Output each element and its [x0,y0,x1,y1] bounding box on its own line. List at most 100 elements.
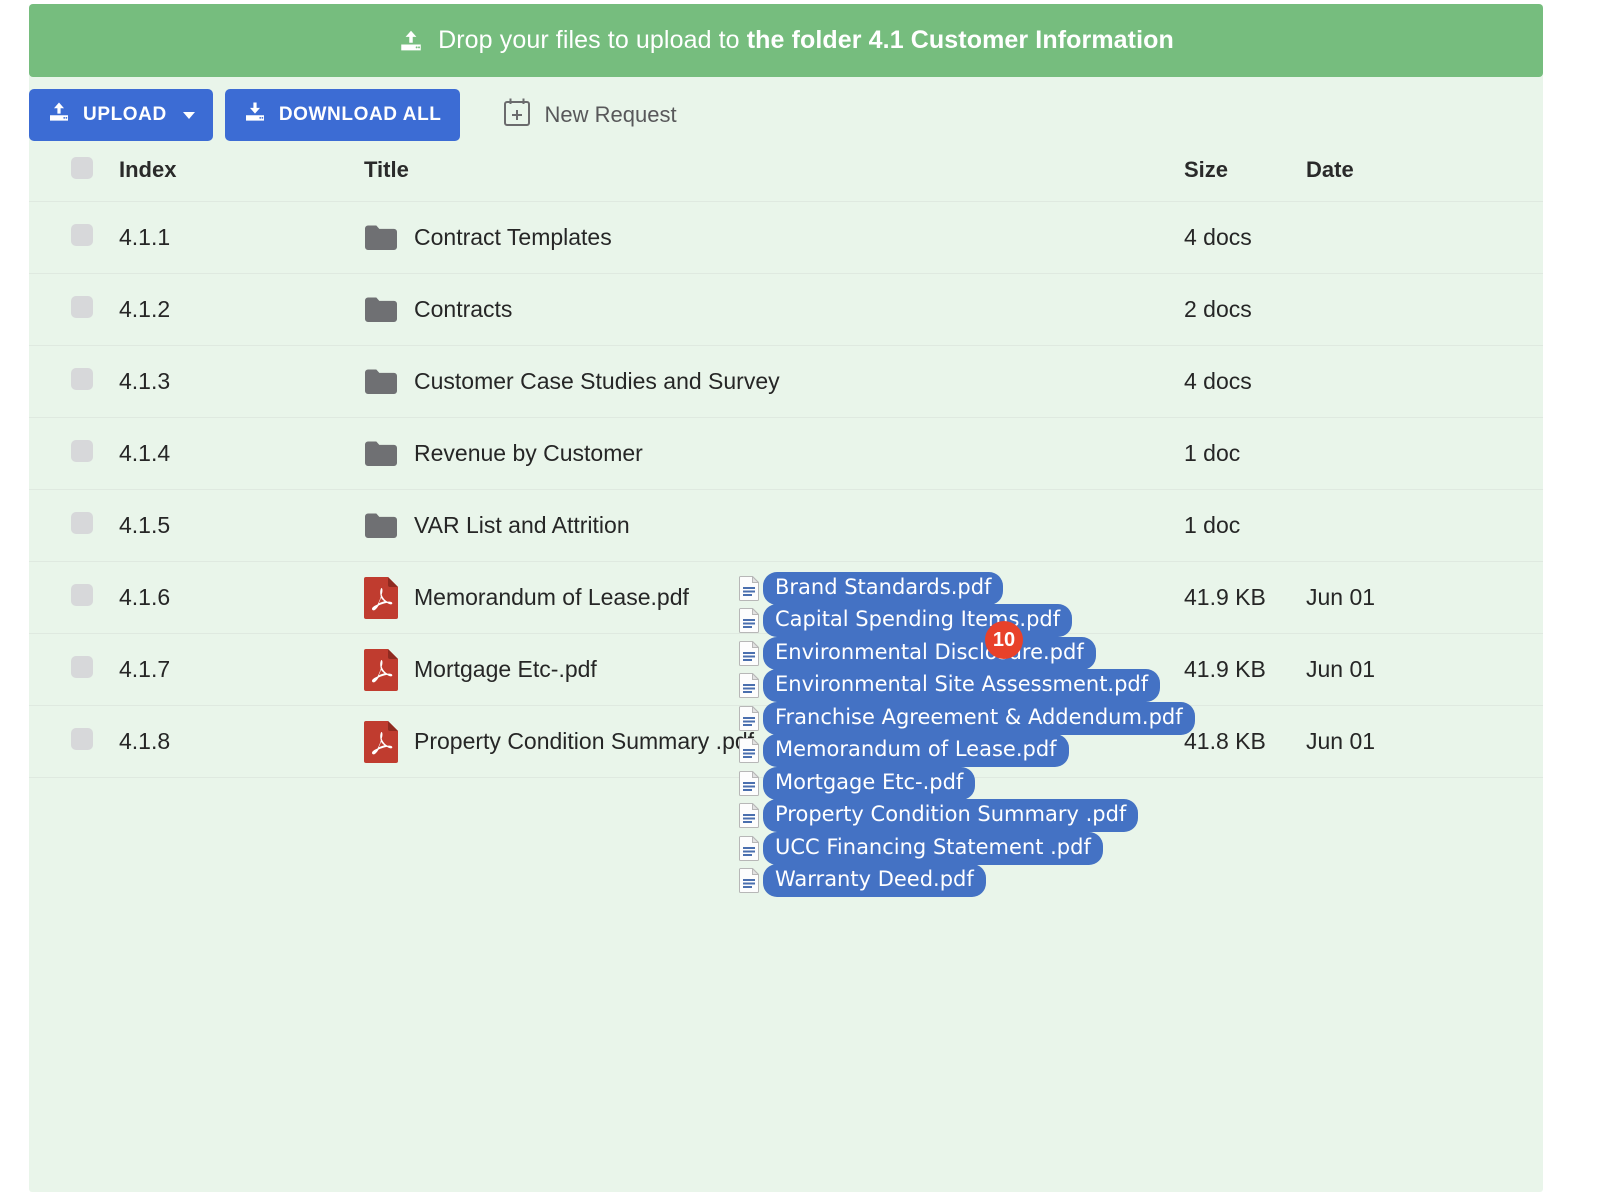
row-date: Jun 01 [1306,706,1543,778]
row-size: 2 docs [1184,274,1306,346]
row-title: Revenue by Customer [414,440,643,467]
upload-icon [47,100,71,130]
folder-icon [364,440,398,467]
drag-preview-item: Property Condition Summary .pdf [739,800,1195,833]
row-index: 4.1.1 [119,202,364,274]
row-checkbox[interactable] [71,584,93,606]
document-icon [739,868,759,893]
row-index: 4.1.3 [119,346,364,418]
drag-preview-item: Warranty Deed.pdf [739,865,1195,898]
row-date: Jun 01 [1306,562,1543,634]
row-date [1306,346,1543,418]
row-title: Memorandum of Lease.pdf [414,584,689,611]
row-select-cell [29,418,119,490]
row-checkbox[interactable] [71,656,93,678]
file-manager-panel: Drop your files to upload to the folder … [29,4,1543,1192]
folder-icon [364,296,398,323]
row-checkbox[interactable] [71,512,93,534]
row-title: VAR List and Attrition [414,512,630,539]
table-row[interactable]: 4.1.2 Contracts 2 docs [29,274,1543,346]
upload-button[interactable]: UPLOAD [29,89,213,141]
select-all-checkbox[interactable] [71,157,93,179]
download-all-button[interactable]: DOWNLOAD ALL [225,89,460,141]
row-index: 4.1.5 [119,490,364,562]
row-date: Jun 01 [1306,634,1543,706]
row-size: 41.8 KB [1184,706,1306,778]
drag-preview-item: UCC Financing Statement .pdf [739,832,1195,865]
row-title-cell[interactable]: Mortgage Etc-.pdf [364,634,1184,706]
row-checkbox[interactable] [71,368,93,390]
pdf-icon [364,721,398,763]
drag-preview-item-label: Warranty Deed.pdf [763,864,986,897]
row-index: 4.1.7 [119,634,364,706]
row-select-cell [29,634,119,706]
document-icon [739,803,759,828]
row-date [1306,490,1543,562]
dropzone-text: Drop your files to upload to the folder … [438,26,1174,55]
row-select-cell [29,202,119,274]
row-title: Property Condition Summary .pdf [414,728,754,755]
row-checkbox[interactable] [71,224,93,246]
header-index[interactable]: Index [119,143,364,202]
row-title: Contract Templates [414,224,612,251]
table-row[interactable]: 4.1.7 Mortgage Etc-.pdf 41.9 KBJun 01 [29,634,1543,706]
table-row[interactable]: 4.1.6 Memorandum of Lease.pdf 41.9 KBJun 0… [29,562,1543,634]
folder-icon [364,512,398,539]
select-all-cell [29,143,119,202]
row-title-cell[interactable]: Memorandum of Lease.pdf [364,562,1184,634]
row-title-cell[interactable]: Property Condition Summary .pdf [364,706,1184,778]
row-select-cell [29,274,119,346]
row-size: 41.9 KB [1184,562,1306,634]
files-table: Index Title Size Date 4.1.1 Contract Temp… [29,143,1543,778]
row-checkbox[interactable] [71,440,93,462]
row-title-cell[interactable]: VAR List and Attrition [364,490,1184,562]
row-index: 4.1.6 [119,562,364,634]
toolbar: UPLOAD DOWNLOAD ALL [29,77,1543,143]
new-request-label: New Request [545,102,677,128]
folder-icon [364,368,398,395]
dropzone-text-target: the folder 4.1 Customer Information [747,26,1174,54]
row-title-cell[interactable]: Customer Case Studies and Survey [364,346,1184,418]
row-index: 4.1.2 [119,274,364,346]
new-request-button[interactable]: New Request [496,95,683,135]
table-row[interactable]: 4.1.8 Property Condition Summary .pdf 41.8… [29,706,1543,778]
row-date [1306,418,1543,490]
files-table-body: 4.1.1 Contract Templates 4 docs 4.1.2 Contra… [29,202,1543,778]
row-checkbox[interactable] [71,728,93,750]
row-select-cell [29,490,119,562]
upload-button-label: UPLOAD [83,104,167,126]
row-title-cell[interactable]: Contracts [364,274,1184,346]
folder-icon [364,224,398,251]
row-checkbox[interactable] [71,296,93,318]
row-select-cell [29,706,119,778]
row-title: Contracts [414,296,512,323]
download-icon [243,100,267,130]
dropzone-text-prefix: Drop your files to upload to [438,26,747,54]
row-title: Customer Case Studies and Survey [414,368,780,395]
row-date [1306,274,1543,346]
row-index: 4.1.8 [119,706,364,778]
chevron-down-icon [183,112,195,119]
table-row[interactable]: 4.1.1 Contract Templates 4 docs [29,202,1543,274]
dropzone-banner[interactable]: Drop your files to upload to the folder … [29,4,1543,77]
calendar-plus-icon [502,96,532,134]
document-icon [739,836,759,861]
header-date[interactable]: Date [1306,143,1543,202]
drag-preview-item-label: UCC Financing Statement .pdf [763,832,1103,865]
table-row[interactable]: 4.1.3Customer Case Studies and Survey4 d… [29,346,1543,418]
pdf-icon [364,577,398,619]
table-row[interactable]: 4.1.4Revenue by Customer1 doc [29,418,1543,490]
row-title-cell[interactable]: Contract Templates [364,202,1184,274]
row-date [1306,202,1543,274]
row-title-cell[interactable]: Revenue by Customer [364,418,1184,490]
drag-preview-item-label: Property Condition Summary .pdf [763,799,1138,832]
row-select-cell [29,346,119,418]
row-title: Mortgage Etc-.pdf [414,656,597,683]
table-header-row: Index Title Size Date [29,143,1543,202]
row-size: 4 docs [1184,202,1306,274]
header-title[interactable]: Title [364,143,1184,202]
row-size: 41.9 KB [1184,634,1306,706]
table-row[interactable]: 4.1.5VAR List and Attrition1 doc [29,490,1543,562]
header-size[interactable]: Size [1184,143,1306,202]
row-select-cell [29,562,119,634]
